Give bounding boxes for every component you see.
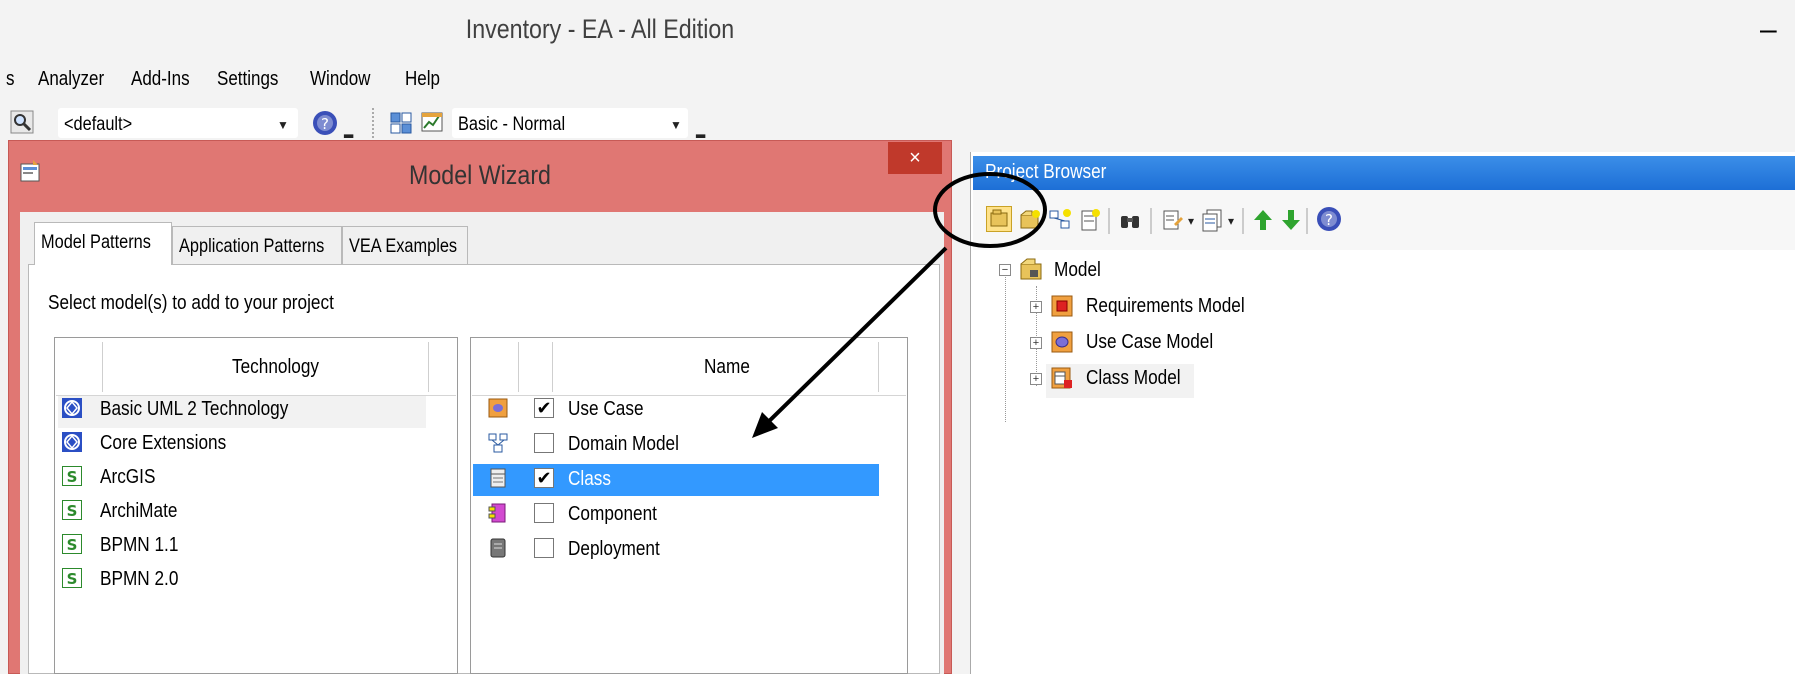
search-icon[interactable] [10,110,34,134]
svg-text:S: S [67,468,78,486]
mdg-technology-icon: S [61,465,83,487]
dialog-title: Model Wizard [409,160,551,190]
pattern-checkbox[interactable] [534,538,554,558]
pattern-item[interactable]: Class [568,468,611,491]
column-separator[interactable] [428,342,429,392]
chevron-down-icon[interactable]: ▾ [1188,214,1194,228]
toolbar-overflow-icon[interactable]: ▂ [344,124,353,138]
pattern-checkbox[interactable]: ✔ [534,468,554,488]
menu-item-help[interactable]: Help [405,68,440,91]
active-tab-joiner [35,262,171,266]
tree-item-requirements-model[interactable]: Requirements Model [1086,295,1245,318]
tree-item-use-case-model[interactable]: Use Case Model [1086,331,1213,354]
chevron-down-icon[interactable]: ▾ [1228,214,1234,228]
wizard-icon [20,160,40,182]
toolbar-divider [1108,208,1110,234]
deployment-icon [488,538,508,558]
pattern-checkbox[interactable] [534,503,554,523]
technology-column-header[interactable]: Technology [232,356,319,379]
class-package-icon [1050,366,1074,390]
toolbar-divider [1306,208,1308,234]
tab-vea-examples[interactable]: VEA Examples [342,226,468,264]
toolbar-overflow-icon[interactable]: ▂ [696,124,705,138]
prompt-text: Select model(s) to add to your project [48,292,334,314]
pattern-item[interactable]: Use Case [568,398,644,421]
perspective-value: <default> [64,114,133,135]
domain-model-icon [488,433,508,453]
svg-text:S: S [67,502,78,520]
workspace-value: Basic - Normal [458,114,566,135]
model-root-icon [1018,256,1044,282]
uml-technology-icon [62,432,82,452]
move-down-icon[interactable] [1280,208,1302,232]
menu-item-tools[interactable]: s [6,68,15,91]
technology-item[interactable]: ArchiMate [100,500,177,523]
help-icon[interactable]: ? [312,110,338,136]
technology-item[interactable]: ArcGIS [100,466,155,489]
column-separator[interactable] [102,342,103,392]
tree-item-class-model[interactable]: Class Model [1086,367,1181,390]
mdg-technology-icon: S [61,533,83,555]
help-icon[interactable]: ? [1316,206,1342,232]
properties-icon[interactable] [1160,208,1184,232]
tab-application-patterns[interactable]: Application Patterns [172,226,342,264]
svg-text:?: ? [1325,211,1333,229]
technology-item[interactable]: BPMN 2.0 [100,568,178,591]
workspace-icon[interactable] [420,110,444,134]
annotation-arrow [740,236,960,446]
toolbar-divider [1150,208,1152,234]
menu-item-window[interactable]: Window [310,68,370,91]
new-diagram-icon[interactable] [1048,208,1072,232]
binoculars-icon[interactable] [1118,208,1142,232]
technology-item[interactable]: Basic UML 2 Technology [100,398,288,421]
chevron-down-icon[interactable]: ▼ [670,118,682,132]
component-icon [488,503,508,523]
svg-text:S: S [67,536,78,554]
technology-item[interactable]: BPMN 1.1 [100,534,178,557]
column-separator[interactable] [518,342,519,392]
window-title: Inventory - EA - All Edition [465,14,735,44]
collapse-icon[interactable]: − [999,264,1011,276]
chevron-down-icon[interactable]: ▼ [277,118,289,132]
class-icon [488,468,508,488]
pattern-item[interactable]: Component [568,503,657,526]
menu-item-add-ins[interactable]: Add-Ins [131,68,190,91]
pattern-checkbox[interactable]: ✔ [534,398,554,418]
use-case-package-icon [1050,330,1074,354]
svg-text:?: ? [321,115,329,133]
documents-icon[interactable] [1200,208,1224,232]
toolbar-divider [1242,208,1244,234]
tab-model-patterns[interactable]: Model Patterns [34,222,172,265]
use-case-icon [488,398,508,418]
uml-technology-icon [62,398,82,418]
pattern-item[interactable]: Domain Model [568,433,679,456]
expand-icon[interactable]: + [1030,301,1042,313]
menu-item-settings[interactable]: Settings [217,68,278,91]
pattern-item[interactable]: Deployment [568,538,660,561]
column-separator[interactable] [552,342,553,392]
mdg-technology-icon: S [61,499,83,521]
diagram-layout-icon[interactable] [390,112,412,134]
new-element-icon[interactable] [1078,208,1102,232]
pattern-checkbox[interactable] [534,433,554,453]
move-up-icon[interactable] [1252,208,1274,232]
tree-guide-line [1005,272,1006,422]
expand-icon[interactable]: + [1030,337,1042,349]
expand-icon[interactable]: + [1030,373,1042,385]
requirements-package-icon [1050,294,1074,318]
svg-text:S: S [67,570,78,588]
menu-item-analyzer[interactable]: Analyzer [38,68,104,91]
tree-item-model[interactable]: Model [1054,259,1101,282]
mdg-technology-icon: S [61,567,83,589]
technology-item[interactable]: Core Extensions [100,432,226,455]
minimize-button[interactable]: – [1760,10,1777,50]
toolbar-grip[interactable] [372,108,374,138]
